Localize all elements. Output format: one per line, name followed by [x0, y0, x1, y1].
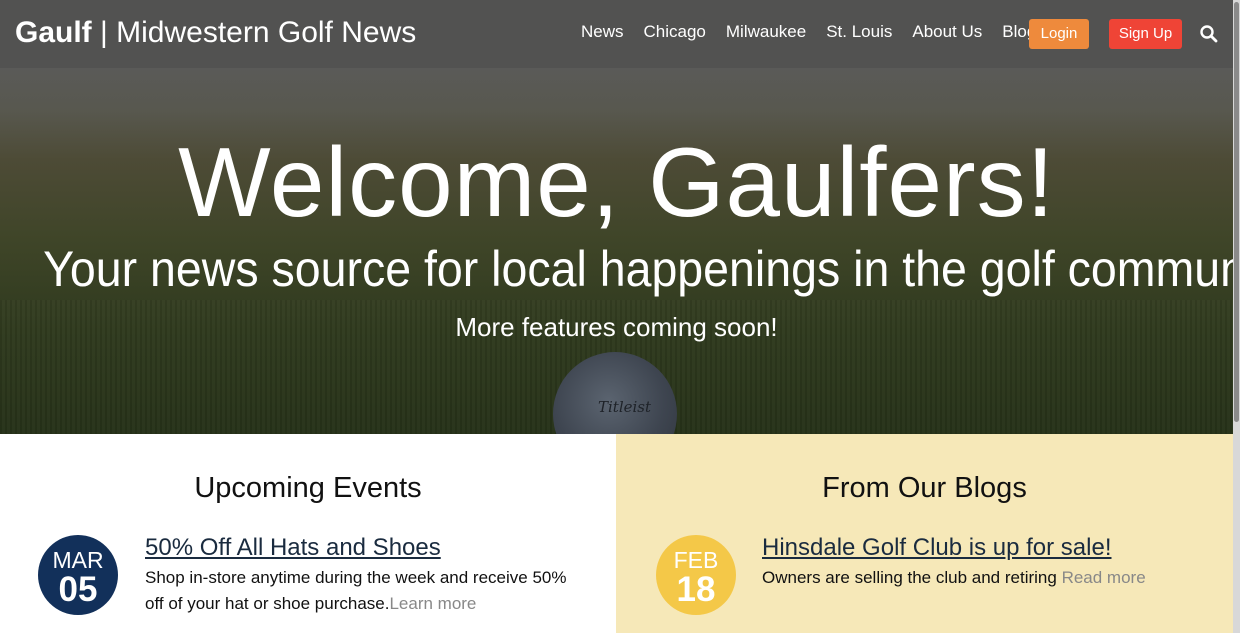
blog-title-link[interactable]: Hinsdale Golf Club is up for sale! [762, 534, 1112, 562]
brand-tagline: Midwestern Golf News [116, 16, 417, 49]
events-heading: Upcoming Events [194, 472, 422, 504]
golf-ball-image [553, 352, 677, 434]
event-date-badge: MAR 05 [38, 535, 118, 615]
brand-separator: | [100, 16, 108, 49]
nav-link-chicago[interactable]: Chicago [644, 22, 706, 42]
scrollbar-thumb[interactable] [1234, 2, 1239, 422]
event-description-text: Shop in-store anytime during the week an… [145, 568, 567, 613]
blog-description: Owners are selling the club and retiring… [762, 565, 1202, 591]
event-title-link[interactable]: 50% Off All Hats and Shoes [145, 534, 441, 562]
hero-title: Welcome, Gaulfers! [178, 127, 1055, 237]
site-brand[interactable]: Gaulf | Midwestern Golf News [15, 16, 416, 50]
event-learn-more-link[interactable]: Learn more [389, 594, 476, 613]
nav-link-news[interactable]: News [581, 22, 624, 42]
event-month: MAR [52, 547, 104, 573]
hero-note: More features coming soon! [455, 312, 778, 342]
blog-day: 18 [676, 570, 716, 609]
blog-date-badge: FEB 18 [656, 535, 736, 615]
brand-name: Gaulf [15, 16, 92, 49]
top-navbar: Gaulf | Midwestern Golf News News Chicag… [0, 0, 1233, 68]
blog-read-more-link[interactable]: Read more [1062, 568, 1146, 587]
blog-month: FEB [673, 547, 719, 573]
blogs-heading: From Our Blogs [822, 472, 1027, 504]
blog-description-text: Owners are selling the club and retiring [762, 568, 1057, 587]
event-day: 05 [58, 570, 98, 609]
nav-link-milwaukee[interactable]: Milwaukee [726, 22, 806, 42]
search-icon[interactable] [1199, 24, 1219, 44]
nav-link-about-us[interactable]: About Us [912, 22, 982, 42]
nav-links: News Chicago Milwaukee St. Louis About U… [581, 22, 1036, 42]
page-scrollbar[interactable] [1233, 0, 1240, 633]
event-description: Shop in-store anytime during the week an… [145, 565, 575, 617]
hero-subtitle: Your news source for local happenings in… [43, 241, 1233, 297]
golf-ball-brand: Titleist [598, 398, 652, 416]
signup-button[interactable]: Sign Up [1109, 19, 1182, 49]
upcoming-events-section: Upcoming Events MAR 05 50% Off All Hats … [0, 434, 616, 633]
login-button[interactable]: Login [1029, 19, 1089, 49]
hero-banner: Titleist Welcome, Gaulfers! Your news so… [0, 0, 1233, 434]
blogs-section: From Our Blogs FEB 18 Hinsdale Golf Club… [616, 434, 1233, 633]
nav-link-st-louis[interactable]: St. Louis [826, 22, 892, 42]
